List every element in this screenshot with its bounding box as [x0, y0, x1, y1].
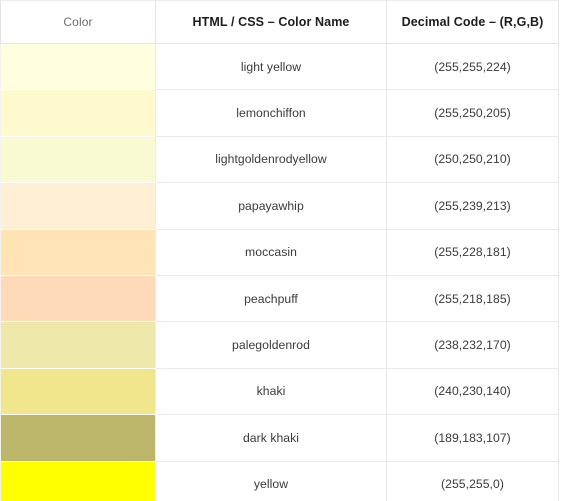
table-body: light yellow (255,255,224) lemonchiffon (25…	[0, 42, 559, 501]
color-name-cell: khaki	[155, 367, 387, 416]
decimal-code-cell: (250,250,210)	[386, 135, 559, 184]
color-swatch	[1, 183, 155, 229]
color-swatch	[1, 90, 155, 136]
color-swatch	[1, 415, 155, 461]
table-row: lemonchiffon (255,250,205)	[0, 89, 559, 137]
color-name-cell: lemonchiffon	[155, 89, 387, 137]
color-swatch-cell	[0, 42, 156, 91]
decimal-code-cell: (189,183,107)	[386, 414, 559, 462]
table-row: lightgoldenrodyellow (250,250,210)	[0, 135, 559, 184]
color-swatch-cell	[0, 274, 156, 323]
table-row: papayawhip (255,239,213)	[0, 182, 559, 230]
table-row: khaki (240,230,140)	[0, 367, 559, 416]
table-header-row: Color HTML / CSS – Color Name Decimal Co…	[0, 0, 559, 44]
column-header-decimal-code: Decimal Code – (R,G,B)	[386, 0, 559, 44]
column-header-color: Color	[0, 0, 156, 44]
decimal-code-cell: (238,232,170)	[386, 321, 559, 369]
color-swatch	[1, 229, 155, 275]
table-header: Color HTML / CSS – Color Name Decimal Co…	[0, 0, 559, 44]
table-row: yellow (255,255,0)	[0, 460, 559, 501]
color-swatch	[1, 322, 155, 368]
color-swatch-cell	[0, 321, 156, 369]
color-name-cell: peachpuff	[155, 274, 387, 323]
table-row: moccasin (255,228,181)	[0, 228, 559, 276]
color-name-cell: light yellow	[155, 42, 387, 91]
color-name-cell: moccasin	[155, 228, 387, 276]
color-swatch-cell	[0, 135, 156, 184]
color-name-cell: dark khaki	[155, 414, 387, 462]
decimal-code-cell: (255,255,224)	[386, 42, 559, 91]
column-header-html-css-color-name: HTML / CSS – Color Name	[155, 0, 387, 44]
color-swatch-cell	[0, 367, 156, 416]
color-swatch-cell	[0, 460, 156, 501]
color-reference-table: Color HTML / CSS – Color Name Decimal Co…	[0, 0, 559, 501]
color-swatch-cell	[0, 228, 156, 276]
decimal-code-cell: (255,255,0)	[386, 460, 559, 501]
color-swatch-cell	[0, 89, 156, 137]
color-name-cell: lightgoldenrodyellow	[155, 135, 387, 184]
color-swatch	[1, 461, 155, 501]
table-row: dark khaki (189,183,107)	[0, 414, 559, 462]
color-name-cell: papayawhip	[155, 182, 387, 230]
table-row: peachpuff (255,218,185)	[0, 274, 559, 323]
color-swatch	[1, 275, 155, 322]
decimal-code-cell: (255,239,213)	[386, 182, 559, 230]
decimal-code-cell: (255,218,185)	[386, 274, 559, 323]
color-name-cell: palegoldenrod	[155, 321, 387, 369]
color-swatch	[1, 368, 155, 415]
table-row: palegoldenrod (238,232,170)	[0, 321, 559, 369]
color-swatch	[1, 44, 155, 90]
color-swatch-cell	[0, 182, 156, 230]
color-swatch	[1, 136, 155, 183]
decimal-code-cell: (255,250,205)	[386, 89, 559, 137]
color-name-cell: yellow	[155, 460, 387, 501]
color-swatch-cell	[0, 414, 156, 462]
decimal-code-cell: (240,230,140)	[386, 367, 559, 416]
table-row: light yellow (255,255,224)	[0, 42, 559, 91]
decimal-code-cell: (255,228,181)	[386, 228, 559, 276]
color-reference-table-container: Color HTML / CSS – Color Name Decimal Co…	[0, 0, 569, 501]
